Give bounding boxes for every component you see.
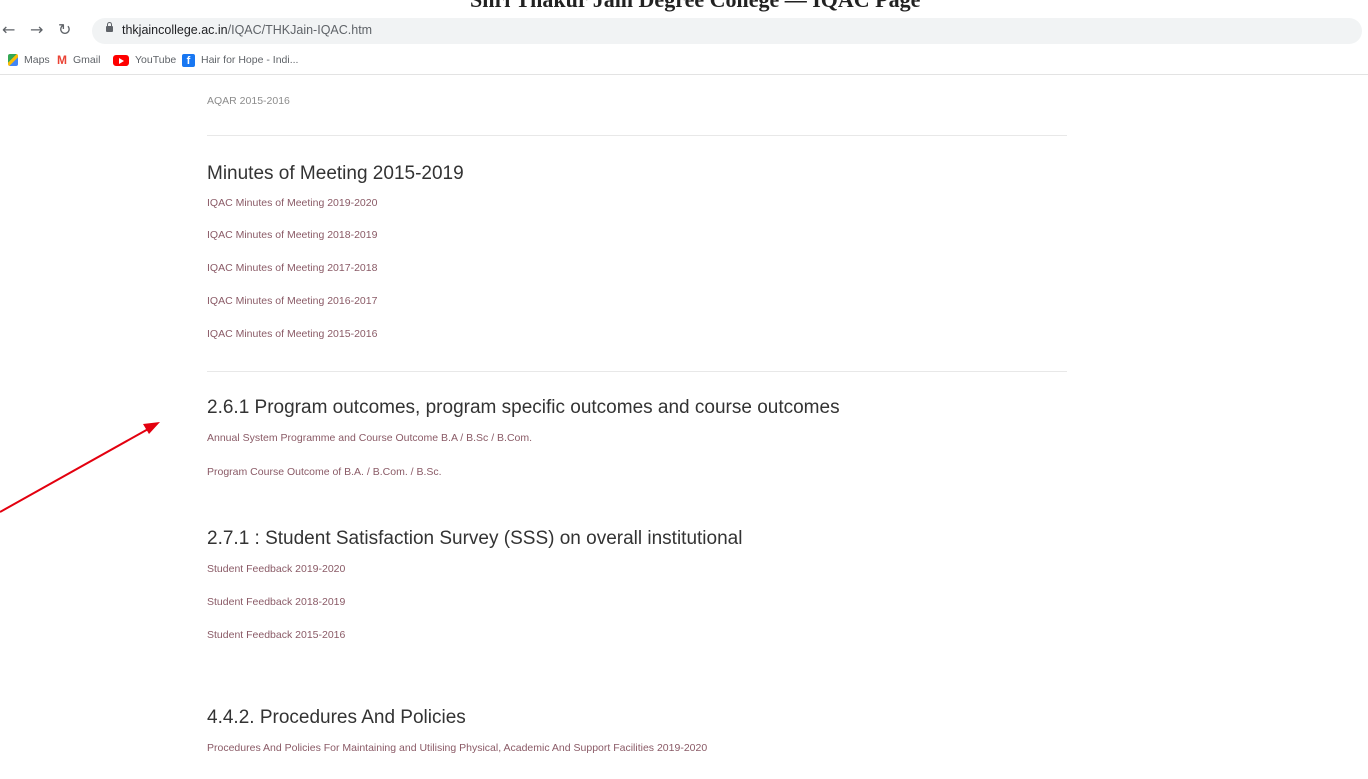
annotation-arrow-head — [143, 422, 160, 434]
section-heading-procedures-policies: 4.4.2. Procedures And Policies — [207, 707, 466, 728]
url-host: thkjaincollege.ac.in — [122, 23, 228, 37]
student-feedback-2019-2020-link[interactable]: Student Feedback 2019-2020 — [207, 563, 345, 575]
bookmark-gmail[interactable]: M Gmail — [57, 52, 100, 68]
url-path: /IQAC/THKJain-IQAC.htm — [227, 23, 373, 37]
reload-icon[interactable]: ↻ — [58, 18, 71, 42]
bookmark-label: Hair for Hope - Indi... — [201, 54, 299, 66]
section-heading-program-outcomes: 2.6.1 Program outcomes, program specific… — [207, 397, 840, 418]
student-feedback-2015-2016-link[interactable]: Student Feedback 2015-2016 — [207, 629, 345, 641]
address-bar[interactable]: thkjaincollege.ac.in/IQAC/THKJain-IQAC.h… — [92, 18, 1362, 44]
section-heading-minutes: Minutes of Meeting 2015-2019 — [207, 163, 464, 184]
minutes-link-2017-2018[interactable]: IQAC Minutes of Meeting 2017-2018 — [207, 262, 377, 274]
minutes-link-2018-2019[interactable]: IQAC Minutes of Meeting 2018-2019 — [207, 229, 377, 241]
browser-toolbar: ← → ↻ thkjaincollege.ac.in/IQAC/THKJain-… — [0, 16, 1368, 46]
bookmark-label: Gmail — [73, 54, 101, 66]
annotation-arrow-shaft — [0, 427, 151, 513]
procedures-policies-link[interactable]: Procedures And Policies For Maintaining … — [207, 742, 707, 754]
back-arrow-icon[interactable]: ← — [2, 18, 15, 42]
forward-arrow-icon[interactable]: → — [30, 18, 43, 42]
student-feedback-2018-2019-link[interactable]: Student Feedback 2018-2019 — [207, 596, 345, 608]
bookmark-label: Maps — [24, 54, 50, 66]
gmail-icon: M — [57, 53, 67, 67]
bookmark-label: YouTube — [135, 54, 177, 66]
maps-icon — [8, 54, 18, 66]
bookmark-youtube[interactable]: YouTube — [113, 52, 176, 68]
url-text[interactable]: thkjaincollege.ac.in/IQAC/THKJain-IQAC.h… — [122, 23, 372, 37]
section-heading-student-survey: 2.7.1 : Student Satisfaction Survey (SSS… — [207, 528, 743, 549]
minutes-link-2019-2020[interactable]: IQAC Minutes of Meeting 2019-2020 — [207, 197, 377, 209]
bookmark-maps[interactable]: Maps — [8, 52, 50, 68]
bookmarks-bar: Maps M Gmail YouTube f Hair for Hope - I… — [0, 46, 1368, 75]
annual-system-outcome-link[interactable]: Annual System Programme and Course Outco… — [207, 432, 532, 444]
lock-icon[interactable] — [106, 22, 113, 32]
minutes-link-2015-2016[interactable]: IQAC Minutes of Meeting 2015-2016 — [207, 328, 377, 340]
aqar-2015-2016-link[interactable]: AQAR 2015-2016 — [207, 95, 290, 107]
section-divider — [207, 371, 1067, 372]
section-divider — [207, 135, 1067, 136]
page-top-cut-off: Shri Thakur Jain Degree College — IQAC P… — [0, 0, 1368, 16]
facebook-icon: f — [182, 53, 195, 67]
cut-off-title: Shri Thakur Jain Degree College — IQAC P… — [470, 0, 920, 13]
bookmark-hair-for-hope[interactable]: f Hair for Hope - Indi... — [182, 52, 298, 68]
annotation-arrow — [0, 422, 160, 513]
minutes-link-2016-2017[interactable]: IQAC Minutes of Meeting 2016-2017 — [207, 295, 377, 307]
youtube-icon — [113, 54, 129, 66]
program-course-outcome-link[interactable]: Program Course Outcome of B.A. / B.Com. … — [207, 466, 442, 478]
